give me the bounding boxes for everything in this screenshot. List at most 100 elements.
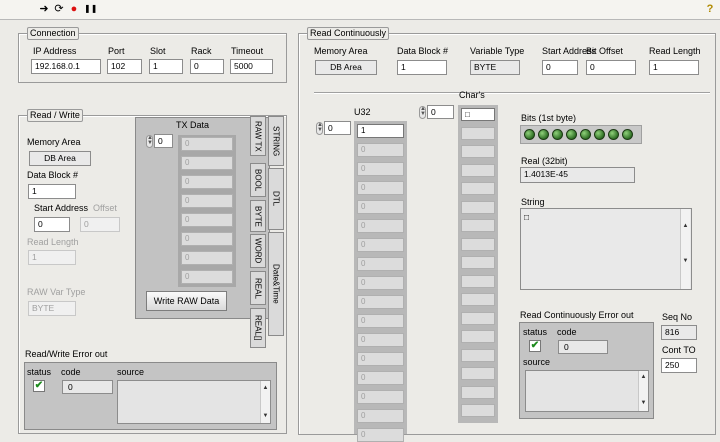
char-cell[interactable]: [461, 200, 495, 214]
u32-index-field[interactable]: 0: [324, 121, 351, 135]
ip-address-field[interactable]: 192.168.0.1: [31, 59, 101, 74]
char-cell[interactable]: [461, 126, 495, 140]
tx-cell[interactable]: 0: [181, 251, 233, 265]
char-cell[interactable]: [461, 163, 495, 177]
string-label: String: [521, 197, 545, 207]
chars-index-field[interactable]: 0: [427, 105, 454, 119]
run-arrow-icon[interactable]: ➜: [38, 3, 50, 15]
u32-index-spinner[interactable]: ▲ ▼: [316, 122, 323, 135]
run-continuously-icon[interactable]: ⟳: [53, 3, 65, 15]
u32-cell[interactable]: 0: [357, 219, 404, 233]
char-cell[interactable]: [461, 237, 495, 251]
char-cell[interactable]: [461, 367, 495, 380]
u32-cell[interactable]: 0: [357, 143, 404, 157]
char-cell[interactable]: [461, 348, 495, 362]
rc-source-field[interactable]: [525, 370, 649, 412]
char-cell[interactable]: [461, 219, 495, 232]
rc-data-block-label: Data Block #: [397, 46, 449, 56]
char-cell[interactable]: [461, 274, 495, 288]
u32-cell[interactable]: 0: [357, 257, 404, 271]
tab-real-[interactable]: REAL[]: [250, 308, 266, 348]
rc-memory-area-select[interactable]: DB Area: [315, 60, 377, 75]
help-icon[interactable]: ?: [704, 3, 716, 15]
cont-to-field[interactable]: 250: [661, 358, 697, 373]
rc-source-scrollbar[interactable]: ▲ ▼: [638, 371, 648, 411]
rw-code-field[interactable]: 0: [62, 380, 113, 394]
u32-cell[interactable]: 0: [357, 333, 404, 347]
rw-start-address-field[interactable]: 0: [34, 217, 70, 232]
tab-string[interactable]: STRING: [268, 116, 284, 166]
rw-code-label: code: [61, 367, 81, 377]
tx-cell[interactable]: 0: [181, 194, 233, 208]
tab-byte[interactable]: BYTE: [250, 200, 266, 232]
chars-index-spinner[interactable]: ▲ ▼: [419, 106, 426, 119]
tx-index-field[interactable]: 0: [154, 134, 173, 148]
string-field[interactable]: □: [520, 208, 692, 290]
string-scrollbar[interactable]: ▲ ▼: [680, 209, 690, 289]
seq-no-label: Seq No: [662, 312, 693, 322]
port-label: Port: [108, 46, 125, 56]
tab-dtl[interactable]: DTL: [268, 168, 284, 230]
char-cell[interactable]: [461, 330, 495, 343]
pause-icon[interactable]: ❚❚: [84, 3, 97, 15]
u32-cell[interactable]: 0: [357, 276, 404, 290]
char-cell[interactable]: □: [461, 108, 495, 121]
write-raw-data-button[interactable]: Write RAW Data: [146, 291, 227, 311]
u32-cell[interactable]: 0: [357, 371, 404, 385]
u32-cell[interactable]: 0: [357, 162, 404, 176]
rc-code-field[interactable]: 0: [558, 340, 608, 354]
rc-read-length-field[interactable]: 1: [649, 60, 699, 75]
char-cell[interactable]: [461, 404, 495, 417]
rc-divider: [314, 92, 710, 94]
rc-bit-offset-field[interactable]: 0: [586, 60, 636, 75]
tab-real[interactable]: REAL: [250, 271, 266, 305]
rw-offset-field: 0: [80, 217, 120, 232]
char-cell[interactable]: [461, 256, 495, 269]
tx-cell[interactable]: 0: [181, 137, 233, 151]
tab-word[interactable]: WORD: [250, 234, 266, 268]
u32-cell[interactable]: 0: [357, 200, 404, 214]
slot-field[interactable]: 1: [149, 59, 183, 74]
rw-status-checkbox[interactable]: ✔: [33, 380, 45, 392]
char-cell[interactable]: [461, 182, 495, 195]
seq-no-field: 816: [661, 325, 697, 340]
char-cell[interactable]: [461, 145, 495, 158]
tx-index-spinner[interactable]: ▲ ▼: [146, 135, 153, 148]
u32-cell[interactable]: 0: [357, 314, 404, 328]
u32-cell[interactable]: 0: [357, 428, 404, 442]
rc-variable-type-select[interactable]: BYTE: [470, 60, 520, 75]
rc-data-block-field[interactable]: 1: [397, 60, 447, 75]
tx-cell[interactable]: 0: [181, 232, 233, 246]
tx-data-label: TX Data: [176, 120, 210, 130]
tx-cell[interactable]: 0: [181, 156, 233, 170]
u32-cell[interactable]: 0: [357, 352, 404, 366]
u32-cell[interactable]: 0: [357, 238, 404, 252]
rc-start-address-field[interactable]: 0: [542, 60, 578, 75]
rack-field[interactable]: 0: [190, 59, 224, 74]
u32-cell[interactable]: 1: [357, 124, 404, 138]
u32-cell[interactable]: 0: [357, 409, 404, 423]
rc-error-title: Read Continuously Error out: [520, 310, 634, 320]
tx-cell[interactable]: 0: [181, 270, 233, 284]
rw-data-block-field[interactable]: 1: [28, 184, 76, 199]
port-field[interactable]: 102: [107, 59, 142, 74]
char-cell[interactable]: [461, 385, 495, 399]
u32-cell[interactable]: 0: [357, 390, 404, 404]
u32-cell[interactable]: 0: [357, 181, 404, 195]
tab-date-time[interactable]: Date&Time: [268, 232, 284, 336]
char-cell[interactable]: [461, 311, 495, 325]
tx-cell[interactable]: 0: [181, 213, 233, 227]
rw-memory-area-select[interactable]: DB Area: [29, 151, 91, 166]
tx-cell[interactable]: 0: [181, 175, 233, 189]
char-cell[interactable]: [461, 293, 495, 306]
rack-label: Rack: [191, 46, 212, 56]
tab-bool[interactable]: BOOL: [250, 163, 266, 197]
rw-error-title: Read/Write Error out: [25, 349, 108, 359]
abort-icon[interactable]: ●: [68, 3, 80, 15]
rw-source-scrollbar[interactable]: ▲ ▼: [260, 381, 270, 423]
tab-raw-tx[interactable]: RAW TX: [250, 116, 266, 156]
u32-cell[interactable]: 0: [357, 295, 404, 309]
rc-status-checkbox[interactable]: ✔: [529, 340, 541, 352]
timeout-field[interactable]: 5000: [230, 59, 273, 74]
rw-source-field[interactable]: [117, 380, 271, 424]
